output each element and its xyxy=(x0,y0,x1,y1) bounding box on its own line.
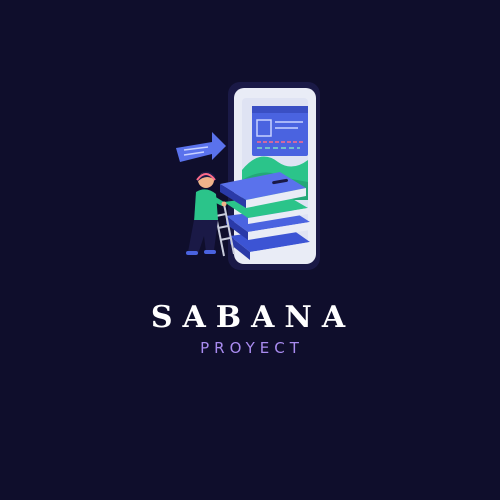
person-books-phone-illustration xyxy=(176,82,320,270)
speech-bubble-arrow-icon xyxy=(176,132,226,162)
brand-tagline: PROYECT xyxy=(200,339,304,357)
logo-canvas: SABANA PROYECT xyxy=(0,0,500,500)
browser-bar xyxy=(252,106,308,113)
brand-name: SABANA xyxy=(150,300,356,335)
